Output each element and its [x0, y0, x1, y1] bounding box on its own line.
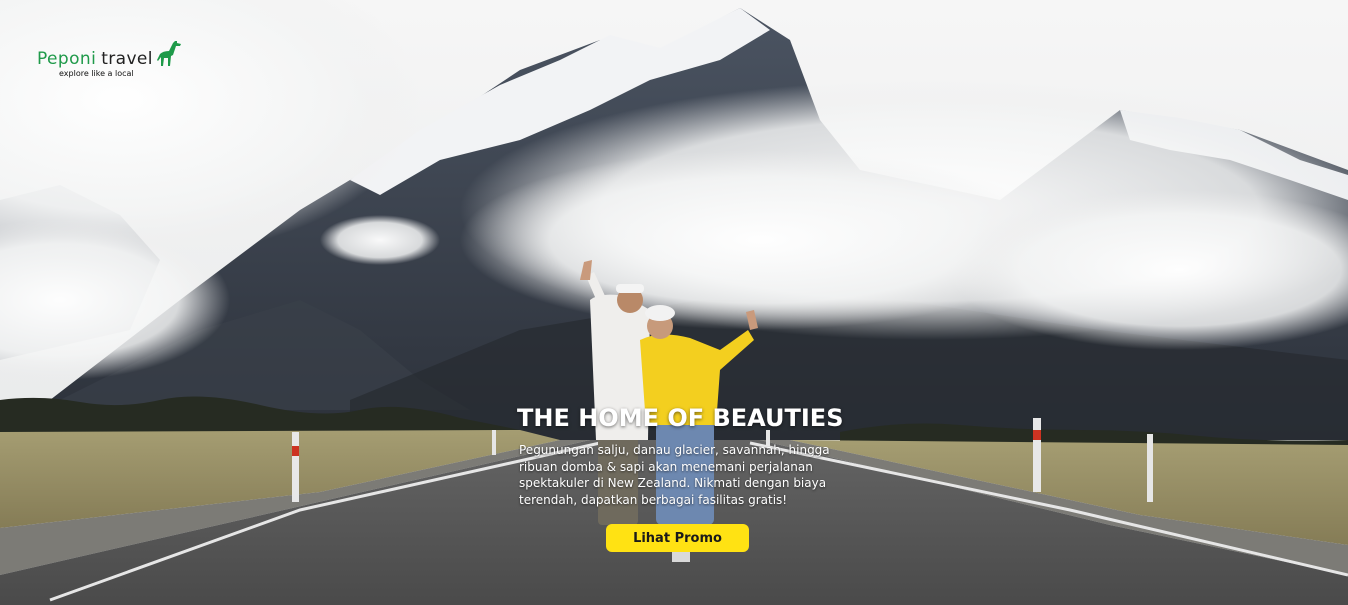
hero-background-image — [0, 0, 1348, 605]
brand-logo[interactable]: Peponi travel explore like a local — [37, 40, 182, 78]
giraffe-icon — [156, 41, 181, 66]
hero-description: Pegunungan salju, danau glacier, savanna… — [519, 443, 830, 507]
promo-button[interactable]: Lihat Promo — [606, 524, 749, 552]
hero-headline: THE HOME OF BEAUTIES — [517, 404, 844, 432]
brand-name-part1: Peponi — [37, 49, 97, 69]
brand-name: Peponi travel — [37, 40, 182, 69]
brand-tagline: explore like a local — [59, 69, 134, 78]
brand-name-part2: travel — [101, 49, 153, 69]
hero-content: THE HOME OF BEAUTIES Pegunungan salju, d… — [517, 400, 847, 508]
hero-banner: Peponi travel explore like a local THE H… — [0, 0, 1348, 605]
